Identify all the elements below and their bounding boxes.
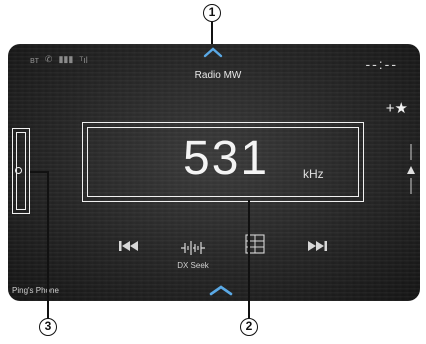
page-title: Radio MW bbox=[194, 70, 242, 81]
next-track-icon[interactable] bbox=[306, 239, 328, 253]
right-panel-handle-icon[interactable] bbox=[406, 144, 416, 194]
callout-3: 3 bbox=[39, 318, 57, 336]
frequency-value: 531 bbox=[183, 132, 270, 185]
bluetooth-icon: ʙᴛ bbox=[30, 54, 39, 65]
radio-screen: ʙᴛ ✆ ▮▮▮ ᵀıl Radio MW --:-- +★ 531 kHz D… bbox=[8, 44, 420, 301]
add-favorite-button[interactable]: +★ bbox=[386, 99, 408, 117]
left-panel-handle[interactable] bbox=[12, 128, 30, 214]
phone-icon: ✆ bbox=[44, 54, 53, 64]
battery-icon: ▮▮▮ bbox=[58, 54, 74, 64]
callout-2-leader bbox=[248, 200, 250, 318]
top-handle-icon[interactable] bbox=[203, 46, 223, 60]
dx-seek-icon[interactable] bbox=[180, 239, 206, 257]
bottom-handle-icon[interactable] bbox=[208, 283, 234, 297]
frequency-unit: kHz bbox=[303, 167, 324, 181]
handle-knob-icon bbox=[15, 167, 22, 174]
status-icons: ʙᴛ ✆ ▮▮▮ ᵀıl bbox=[30, 54, 88, 65]
callout-2: 2 bbox=[240, 318, 258, 336]
dx-seek-label: DX Seek bbox=[177, 261, 209, 270]
signal-icon: ᵀıl bbox=[79, 54, 88, 65]
playback-controls: DX Seek bbox=[118, 234, 338, 279]
prev-track-icon[interactable] bbox=[118, 239, 140, 253]
clock: --:-- bbox=[365, 56, 398, 72]
callout-1: 1 bbox=[203, 4, 221, 22]
callout-3-leader-h bbox=[30, 171, 48, 173]
callout-3-leader-v bbox=[47, 171, 49, 319]
frequency-display[interactable]: 531 kHz bbox=[82, 122, 364, 202]
device-name: Ping's Phone bbox=[12, 286, 59, 295]
